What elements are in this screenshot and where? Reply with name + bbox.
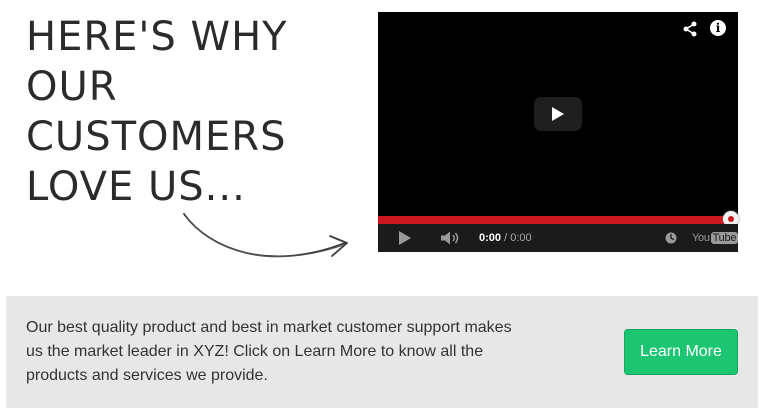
play-icon bbox=[552, 107, 564, 121]
hero-headline: HERE'S WHY OUR CUSTOMERS LOVE US... bbox=[26, 12, 356, 212]
youtube-logo[interactable]: You Tube bbox=[692, 230, 739, 246]
cta-section: Our best quality product and best in mar… bbox=[6, 296, 758, 408]
info-icon[interactable]: i bbox=[710, 20, 726, 36]
volume-icon[interactable] bbox=[440, 231, 460, 245]
youtube-logo-text: You bbox=[692, 232, 710, 244]
cta-description: Our best quality product and best in mar… bbox=[26, 319, 512, 384]
headline-line: HERE'S WHY bbox=[26, 14, 288, 60]
big-play-button[interactable] bbox=[534, 97, 582, 131]
video-controls: 0:00 / 0:00 You Tube bbox=[378, 224, 739, 252]
time-display: 0:00 / 0:00 bbox=[479, 231, 532, 245]
learn-more-button[interactable]: Learn More bbox=[624, 329, 738, 375]
curved-arrow-icon bbox=[183, 213, 348, 258]
time-separator: / bbox=[501, 232, 511, 244]
video-player[interactable]: i 0:00 / 0:00 You Tube bbox=[378, 12, 739, 252]
play-icon[interactable] bbox=[398, 231, 412, 245]
headline-line: LOVE US... bbox=[26, 164, 246, 210]
progress-bar[interactable] bbox=[378, 211, 739, 227]
current-time: 0:00 bbox=[479, 232, 502, 244]
youtube-logo-badge: Tube bbox=[710, 232, 739, 244]
clock-icon[interactable] bbox=[665, 232, 677, 244]
headline-line: OUR bbox=[26, 64, 118, 110]
total-time: 0:00 bbox=[510, 232, 532, 244]
headline-line: CUSTOMERS bbox=[26, 114, 287, 160]
share-icon[interactable] bbox=[682, 21, 698, 37]
